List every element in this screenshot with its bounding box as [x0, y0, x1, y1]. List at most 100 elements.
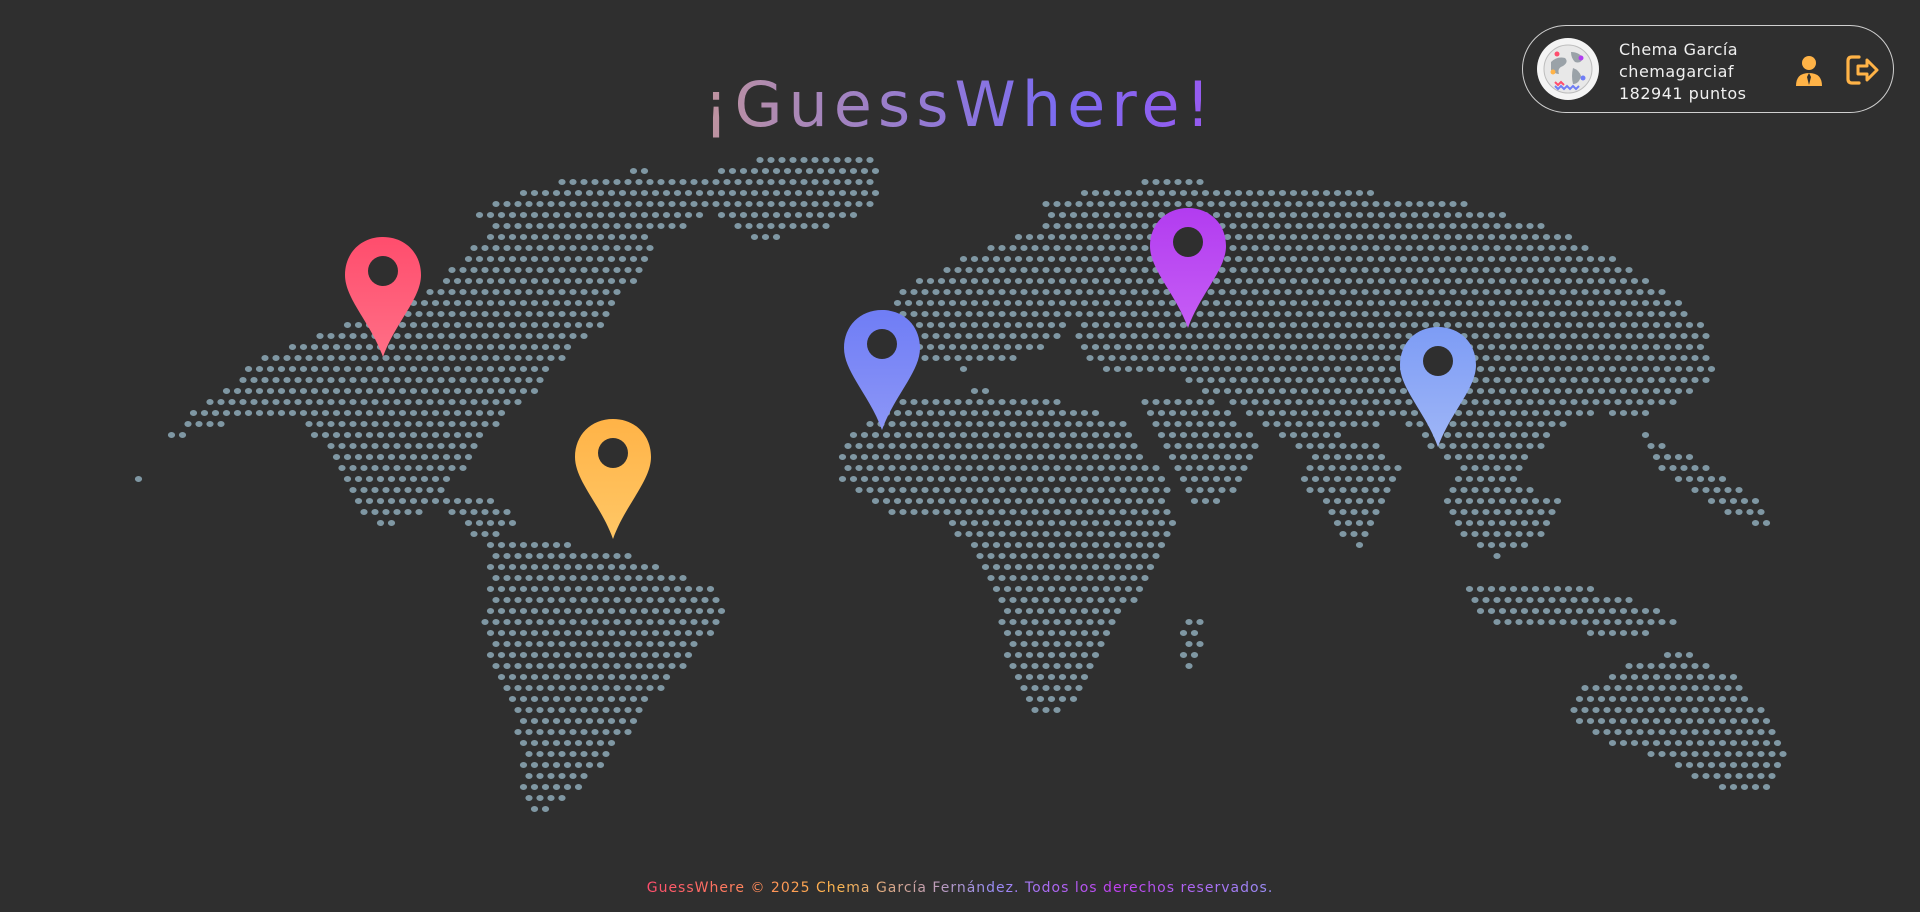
- map-dot: [354, 498, 363, 504]
- map-dot: [464, 388, 473, 394]
- map-dot: [761, 190, 770, 196]
- map-dot: [200, 410, 209, 416]
- map-dot: [1383, 399, 1391, 405]
- map-dot: [1267, 190, 1276, 196]
- map-dot: [1630, 300, 1639, 306]
- map-dot: [1108, 619, 1116, 625]
- map-dot: [503, 289, 511, 295]
- map-dot: [1091, 410, 1100, 416]
- map-dot: [943, 267, 951, 273]
- pin-asia[interactable]: [1150, 208, 1226, 328]
- map-dot: [1201, 410, 1210, 416]
- map-dot: [1185, 355, 1193, 361]
- globe-avatar-icon[interactable]: [1537, 38, 1599, 100]
- map-dot: [1498, 608, 1507, 614]
- map-dot: [1300, 322, 1309, 328]
- map-dot: [1234, 432, 1243, 438]
- map-dot: [1190, 190, 1199, 196]
- map-dot: [1311, 344, 1320, 350]
- map-dot: [1185, 465, 1193, 471]
- map-dot: [668, 619, 676, 625]
- map-dot: [1691, 707, 1699, 713]
- map-dot: [921, 355, 929, 361]
- map-dot: [519, 696, 528, 702]
- map-dot: [1636, 729, 1644, 735]
- map-dot: [1361, 487, 1369, 493]
- logout-button[interactable]: [1845, 52, 1881, 88]
- map-dot: [1097, 641, 1105, 647]
- map-dot: [497, 212, 506, 218]
- map-dot: [679, 179, 687, 185]
- map-dot: [1075, 201, 1083, 207]
- map-dot: [519, 278, 528, 284]
- map-dot: [1575, 300, 1584, 306]
- map-dot: [338, 421, 346, 427]
- map-dot: [1641, 300, 1650, 306]
- map-dot: [998, 333, 1006, 339]
- map-dot: [1366, 498, 1375, 504]
- map-dot: [1020, 421, 1028, 427]
- map-dot: [1218, 311, 1226, 317]
- map-dot: [1003, 278, 1012, 284]
- pin-southeast-asia[interactable]: [1400, 327, 1476, 447]
- map-dot: [1328, 509, 1336, 515]
- map-dot: [1097, 201, 1105, 207]
- map-dot: [1553, 586, 1562, 592]
- map-dot: [855, 157, 863, 163]
- map-dot: [486, 652, 495, 658]
- map-dot: [1669, 619, 1677, 625]
- map-dot: [624, 267, 632, 273]
- map-dot: [607, 674, 616, 680]
- map-dot: [1652, 608, 1661, 614]
- map-dot: [1388, 322, 1397, 328]
- map-dot: [1185, 619, 1193, 625]
- map-dot: [1350, 267, 1358, 273]
- map-dot: [1240, 289, 1248, 295]
- map-dot: [1196, 399, 1204, 405]
- map-dot: [1476, 344, 1485, 350]
- pin-south-america[interactable]: [575, 419, 651, 539]
- map-dot: [426, 443, 434, 449]
- map-dot: [640, 608, 649, 614]
- map-dot: [981, 454, 990, 460]
- map-dot: [954, 487, 962, 493]
- map-dot: [1031, 597, 1039, 603]
- map-dot: [1185, 179, 1193, 185]
- pin-north-america[interactable]: [345, 237, 421, 357]
- map-dot: [1454, 476, 1463, 482]
- map-dot: [1328, 201, 1336, 207]
- map-dot: [1553, 366, 1562, 372]
- user-points: 182941 puntos: [1619, 84, 1747, 103]
- map-dot: [1685, 696, 1694, 702]
- profile-button[interactable]: [1791, 52, 1827, 88]
- map-dot: [569, 597, 577, 603]
- map-dot: [393, 443, 401, 449]
- map-dot: [1476, 586, 1485, 592]
- map-dot: [1179, 454, 1188, 460]
- map-dot: [497, 388, 506, 394]
- map-dot: [717, 608, 726, 614]
- map-dot: [519, 762, 528, 768]
- map-dot: [1696, 344, 1705, 350]
- map-dot: [1416, 201, 1424, 207]
- map-dot: [1449, 421, 1457, 427]
- map-dot: [492, 223, 500, 229]
- map-dot: [1284, 377, 1292, 383]
- map-dot: [492, 333, 500, 339]
- map-dot: [1053, 553, 1061, 559]
- map-dot: [343, 454, 352, 460]
- map-dot: [470, 509, 478, 515]
- map-dot: [1366, 278, 1375, 284]
- map-dot: [904, 476, 913, 482]
- map-dot: [536, 729, 544, 735]
- map-dot: [624, 729, 632, 735]
- map-dot: [1212, 432, 1221, 438]
- map-dot: [959, 278, 968, 284]
- map-dot: [624, 223, 632, 229]
- map-dot: [503, 355, 511, 361]
- map-dot: [541, 542, 550, 548]
- map-dot: [1245, 410, 1254, 416]
- map-dot: [1361, 355, 1369, 361]
- map-dot: [1515, 377, 1523, 383]
- map-dot: [1289, 190, 1298, 196]
